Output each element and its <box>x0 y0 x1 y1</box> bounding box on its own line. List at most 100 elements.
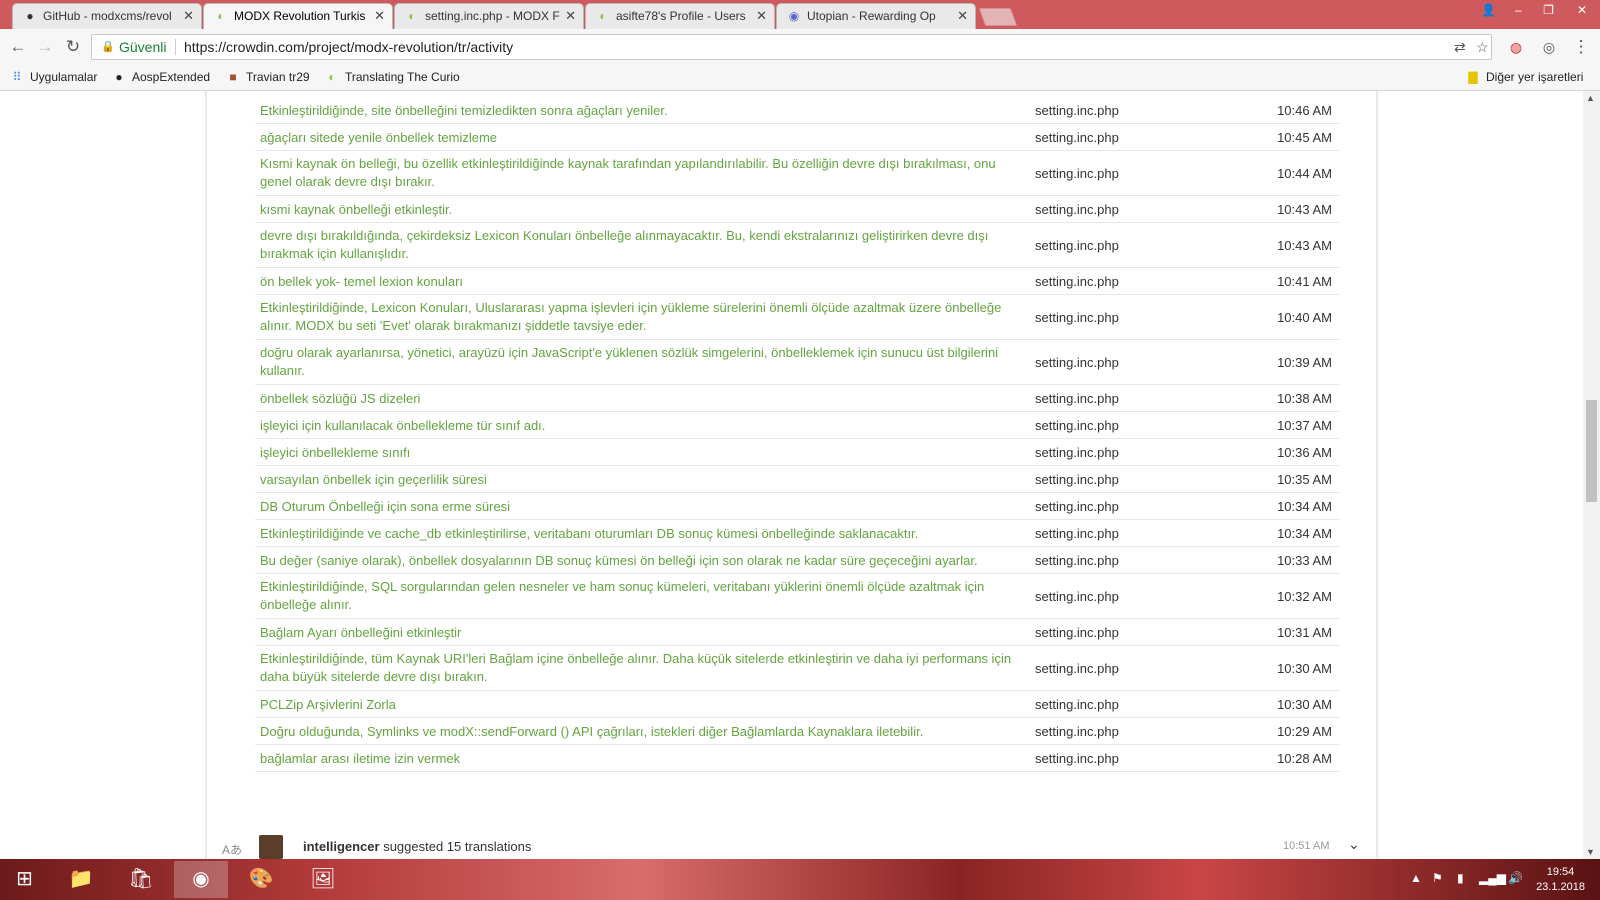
activity-time: 10:46 AM <box>1277 103 1332 118</box>
activity-row: Etkinleştirildiğinde, tüm Kaynak URI'ler… <box>255 646 1340 691</box>
activity-time: 10:35 AM <box>1277 472 1332 487</box>
activity-message-link[interactable]: devre dışı bırakıldığında, çekirdeksiz L… <box>260 227 1030 263</box>
activity-entry: Aあ intelligencer suggested 15 translatio… <box>0 831 1583 859</box>
bookmark-aospextended[interactable]: ● AospExtended <box>112 65 210 90</box>
chrome-icon[interactable]: ◉ <box>174 861 228 898</box>
file-explorer-icon[interactable]: 📁 <box>54 861 108 898</box>
activity-message-link[interactable]: Etkinleştirildiğinde, SQL sorgularından … <box>260 578 1030 614</box>
activity-file: setting.inc.php <box>1035 103 1119 118</box>
url-text[interactable]: https://crowdin.com/project/modx-revolut… <box>184 35 513 59</box>
activity-row: doğru olarak ayarlanırsa, yönetici, aray… <box>255 340 1340 385</box>
activity-message-link[interactable]: işleyici önbellekleme sınıfı <box>260 439 1030 466</box>
address-bar[interactable]: 🔒 Güvenli https://crowdin.com/project/mo… <box>91 34 1492 60</box>
activity-message-link[interactable]: Etkinleştirildiğinde ve cache_db etkinle… <box>260 520 1030 547</box>
scroll-down-icon[interactable]: ▼ <box>1586 847 1595 857</box>
windows-taskbar: ⊞ 📁 🛍 ◉ 🎨 🖼 ▲ ⚑ ▮ ▂▄▆ 🔊 19:54 23.1.2018 <box>0 859 1600 900</box>
activity-message-link[interactable]: Etkinleştirildiğinde, site önbelleğini t… <box>260 97 1030 124</box>
activity-time: 10:43 AM <box>1277 238 1332 253</box>
star-icon[interactable]: ☆ <box>1476 35 1489 59</box>
scroll-thumb[interactable] <box>1586 400 1597 502</box>
activity-time: 10:30 AM <box>1277 697 1332 712</box>
activity-row: Etkinleştirildiğinde, site önbelleğini t… <box>255 97 1340 124</box>
tab-github[interactable]: ● GitHub - modxcms/revol ✕ <box>12 3 202 29</box>
clock[interactable]: 19:54 23.1.2018 <box>1536 865 1585 895</box>
tray-arrow-icon[interactable]: ▲ <box>1410 871 1422 885</box>
tab-title: MODX Revolution Turkis <box>234 9 366 23</box>
bookmark-translating[interactable]: ◐ Translating The Curio <box>325 65 459 90</box>
activity-file: setting.inc.php <box>1035 472 1119 487</box>
reload-icon[interactable]: ↻ <box>62 37 84 59</box>
translate-icon[interactable]: ⇄ <box>1454 35 1466 59</box>
extension-icon[interactable]: ◍ <box>1505 37 1527 59</box>
photos-icon[interactable]: 🖼 <box>296 861 350 898</box>
activity-row: Doğru olduğunda, Symlinks ve modX::sendF… <box>255 718 1340 745</box>
utopian-icon: ◉ <box>788 9 800 23</box>
activity-row: varsayılan önbellek için geçerlilik süre… <box>255 466 1340 493</box>
activity-row: ağaçları sitede yenile önbellek temizlem… <box>255 124 1340 151</box>
bookmark-travian[interactable]: ■ Travian tr29 <box>226 65 310 90</box>
maximize-icon[interactable]: ❐ <box>1534 0 1563 20</box>
chevron-down-icon[interactable]: ⌄ <box>1348 836 1360 853</box>
activity-message-link[interactable]: doğru olarak ayarlanırsa, yönetici, aray… <box>260 344 1030 380</box>
github-icon: ● <box>26 9 34 23</box>
close-window-icon[interactable]: ✕ <box>1566 0 1598 20</box>
minimize-icon[interactable]: – <box>1504 0 1533 20</box>
activity-message-link[interactable]: Bağlam Ayarı önbelleğini etkinleştir <box>260 619 1030 646</box>
tab-setting-inc-php[interactable]: ◐ setting.inc.php - MODX F ✕ <box>394 3 584 29</box>
battery-icon[interactable]: ▮ <box>1457 871 1464 885</box>
new-tab-button[interactable] <box>978 8 1018 26</box>
activity-file: setting.inc.php <box>1035 751 1119 766</box>
tab-modx-revolution-turkish[interactable]: ◐ MODX Revolution Turkis ✕ <box>203 3 393 29</box>
close-icon[interactable]: ✕ <box>183 4 194 28</box>
activity-message-link[interactable]: işleyici için kullanılacak önbellekleme … <box>260 412 1030 439</box>
volume-icon[interactable]: 🔊 <box>1508 871 1523 885</box>
activity-message-link[interactable]: ön bellek yok- temel lexion konuları <box>260 268 1030 295</box>
close-icon[interactable]: ✕ <box>374 4 385 28</box>
close-icon[interactable]: ✕ <box>565 4 576 28</box>
activity-row: kısmi kaynak önbelleği etkinleştir. setti… <box>255 196 1340 223</box>
tab-title: asifte78's Profile - Users <box>616 9 746 23</box>
activity-message-link[interactable]: Bu değer (saniye olarak), önbellek dosya… <box>260 547 1030 574</box>
activity-message-link[interactable]: Etkinleştirildiğinde, Lexicon Konuları, … <box>260 299 1030 335</box>
activity-time: 10:34 AM <box>1277 526 1332 541</box>
store-icon[interactable]: 🛍 <box>114 861 168 898</box>
paint-icon[interactable]: 🎨 <box>234 861 288 898</box>
entry-user[interactable]: intelligencer <box>303 839 380 854</box>
activity-message-link[interactable]: varsayılan önbellek için geçerlilik süre… <box>260 466 1030 493</box>
activity-message-link[interactable]: DB Oturum Önbelleği için sona erme süres… <box>260 493 1030 520</box>
forward-icon[interactable]: → <box>34 37 56 59</box>
tab-title: setting.inc.php - MODX F <box>425 9 560 23</box>
close-icon[interactable]: ✕ <box>756 4 767 28</box>
activity-message-link[interactable]: Kısmi kaynak ön belleği, bu özellik etki… <box>260 155 1030 191</box>
activity-message-link[interactable]: kısmi kaynak önbelleği etkinleştir. <box>260 196 1030 223</box>
scrollbar[interactable]: ▲ ▼ <box>1583 91 1600 859</box>
activity-time: 10:29 AM <box>1277 724 1332 739</box>
activity-file: setting.inc.php <box>1035 589 1119 604</box>
activity-file: setting.inc.php <box>1035 661 1119 676</box>
windows-start-icon[interactable]: ⊞ <box>2 861 47 898</box>
user-profile-icon[interactable]: 👤 <box>1474 0 1503 20</box>
flag-icon[interactable]: ⚑ <box>1432 871 1443 885</box>
back-icon[interactable]: ← <box>7 37 29 59</box>
extension-icon-2[interactable]: ◎ <box>1538 37 1560 59</box>
activity-message-link[interactable]: ağaçları sitede yenile önbellek temizlem… <box>260 124 1030 151</box>
activity-message-link[interactable]: PCLZip Arşivlerini Zorla <box>260 691 1030 718</box>
activity-message-link[interactable]: bağlamlar arası iletime izin vermek <box>260 745 1030 772</box>
activity-message-link[interactable]: önbellek sözlüğü JS dizeleri <box>260 385 1030 412</box>
activity-card: Etkinleştirildiğinde, site önbelleğini t… <box>207 91 1376 859</box>
signal-icon[interactable]: ▂▄▆ <box>1479 871 1506 885</box>
tab-utopian[interactable]: ◉ Utopian - Rewarding Op ✕ <box>776 3 976 29</box>
activity-file: setting.inc.php <box>1035 445 1119 460</box>
avatar[interactable] <box>259 835 283 859</box>
menu-icon[interactable]: ⋮ <box>1570 37 1592 59</box>
activity-message-link[interactable]: Etkinleştirildiğinde, tüm Kaynak URI'ler… <box>260 650 1030 686</box>
bookmark-apps[interactable]: ⠿ Uygulamalar <box>10 65 98 90</box>
activity-message-link[interactable]: Doğru olduğunda, Symlinks ve modX::sendF… <box>260 718 1030 745</box>
scroll-up-icon[interactable]: ▲ <box>1586 93 1595 103</box>
close-icon[interactable]: ✕ <box>957 4 968 28</box>
activity-row: önbellek sözlüğü JS dizeleri setting.inc.… <box>255 385 1340 412</box>
activity-row: ön bellek yok- temel lexion konuları sett… <box>255 268 1340 295</box>
bookmark-other[interactable]: ▇ Diğer yer işaretleri <box>1466 65 1583 90</box>
tab-asifte78-profile[interactable]: ◐ asifte78's Profile - Users ✕ <box>585 3 775 29</box>
bookmark-label: Travian tr29 <box>246 70 310 84</box>
